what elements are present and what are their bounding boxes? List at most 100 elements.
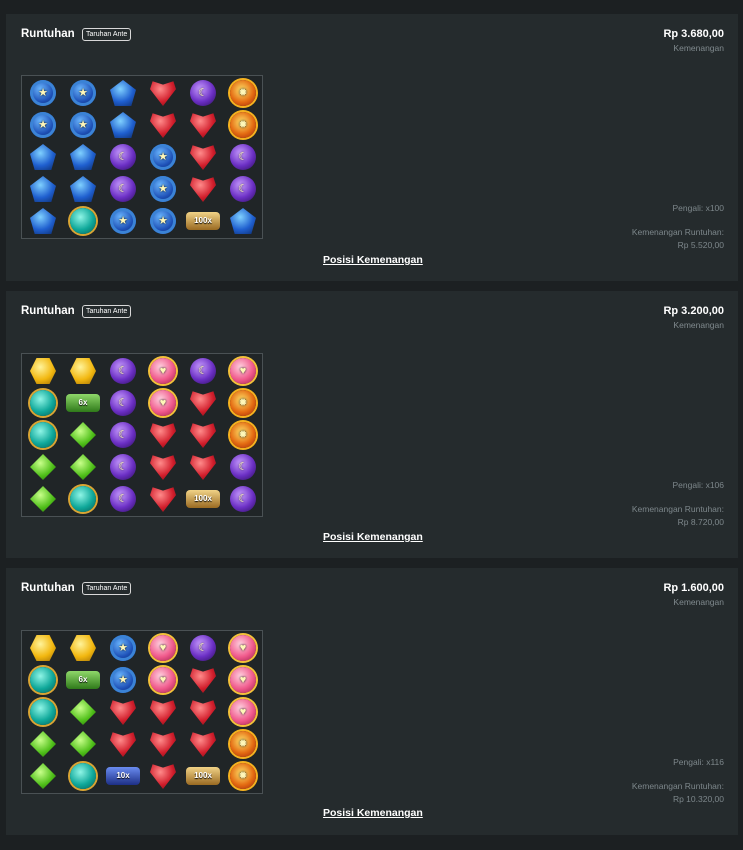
winning-positions-link[interactable]: Posisi Kemenangan — [323, 531, 423, 543]
star-gem-icon: ★ — [110, 635, 136, 661]
multiplier-symbol-icon: 6x — [66, 394, 100, 412]
purple-moon-gem-icon: ☾ — [110, 176, 136, 202]
grid-cell: ♥ — [223, 355, 263, 387]
panel-title: Runtuhan — [21, 305, 75, 317]
grid-cell — [63, 483, 103, 515]
grid-cell: ★ — [103, 664, 143, 696]
grid-cell — [23, 387, 63, 419]
purple-moon-gem-icon: ☾ — [110, 358, 136, 384]
reel-grid: ★ ★ ☾ ✹ ★ ★ ✹ ☾ ★ ☾ ☾ ★ ☾ ★ ★ 100x — [21, 75, 263, 239]
star-gem-icon: ★ — [70, 80, 96, 106]
red-heart-gem-icon — [190, 700, 216, 725]
blue-gem-icon — [30, 208, 56, 234]
green-gem-icon — [70, 699, 96, 725]
round-panel-2: Runtuhan Taruhan Ante Rp 3.200,00 Kemena… — [6, 291, 738, 558]
purple-moon-gem-icon: ☾ — [110, 144, 136, 170]
multiplier-symbol-icon: 10x — [106, 767, 140, 785]
red-heart-gem-icon — [150, 732, 176, 757]
grid-cell: ☾ — [223, 483, 263, 515]
grid-cell: ☾ — [103, 141, 143, 173]
red-heart-gem-icon — [110, 700, 136, 725]
panel-title: Runtuhan — [21, 28, 75, 40]
grid-cell — [23, 451, 63, 483]
red-heart-gem-icon — [150, 423, 176, 448]
grid-cell: ☾ — [183, 355, 223, 387]
grid-cell: ★ — [103, 205, 143, 237]
grid-cell: ★ — [63, 77, 103, 109]
winning-positions-link[interactable]: Posisi Kemenangan — [323, 807, 423, 819]
purple-moon-gem-icon: ☾ — [230, 486, 256, 512]
grid-cell — [23, 419, 63, 451]
grid-cell: ★ — [143, 205, 183, 237]
purple-moon-gem-icon: ☾ — [190, 80, 216, 106]
grid-cell: ✹ — [223, 109, 263, 141]
win-label: Kemenangan — [673, 597, 724, 607]
grid-cell — [223, 205, 263, 237]
grid-cell — [63, 419, 103, 451]
teal-gem-icon — [30, 667, 56, 693]
ante-bet-badge: Taruhan Ante — [82, 28, 132, 41]
grid-cell: ☾ — [103, 173, 143, 205]
grid-cell — [23, 728, 63, 760]
grid-cell — [103, 696, 143, 728]
blue-gem-icon — [30, 176, 56, 202]
red-heart-gem-icon — [190, 177, 216, 202]
red-heart-gem-icon — [150, 81, 176, 106]
green-gem-icon — [70, 454, 96, 480]
multiplier-symbol-icon: 100x — [186, 767, 220, 785]
cascade-win-label: Kemenangan Runtuhan: — [631, 504, 724, 514]
round-panel-3: Runtuhan Taruhan Ante Rp 1.600,00 Kemena… — [6, 568, 738, 835]
grid-cell: ★ — [63, 109, 103, 141]
grid-cell — [183, 419, 223, 451]
blue-gem-icon — [230, 208, 256, 234]
green-gem-icon — [30, 454, 56, 480]
star-gem-icon: ★ — [70, 112, 96, 138]
grid-cell: ☾ — [223, 141, 263, 173]
star-gem-icon: ★ — [30, 80, 56, 106]
grid-cell — [183, 728, 223, 760]
blue-gem-icon — [110, 112, 136, 138]
sun-gem-icon: ✹ — [230, 390, 256, 416]
grid-cell — [143, 483, 183, 515]
grid-cell — [23, 483, 63, 515]
grid-cell — [23, 355, 63, 387]
grid-cell: ♥ — [143, 387, 183, 419]
grid-cell: ✹ — [223, 77, 263, 109]
red-heart-gem-icon — [190, 145, 216, 170]
win-label: Kemenangan — [673, 320, 724, 330]
grid-cell: ✹ — [223, 760, 263, 792]
star-gem-icon: ★ — [30, 112, 56, 138]
pink-heart-gem-icon: ♥ — [230, 667, 256, 693]
multiplier-text: Pengali: x100 — [672, 203, 724, 213]
purple-moon-gem-icon: ☾ — [110, 454, 136, 480]
grid-cell — [143, 760, 183, 792]
grid-cell: ✹ — [223, 728, 263, 760]
grid-cell — [23, 696, 63, 728]
star-gem-icon: ★ — [150, 176, 176, 202]
blue-gem-icon — [30, 144, 56, 170]
grid-cell — [63, 760, 103, 792]
grid-cell — [63, 173, 103, 205]
grid-cell: ☾ — [103, 419, 143, 451]
grid-cell — [103, 109, 143, 141]
grid-cell: ♥ — [143, 355, 183, 387]
grid-cell — [103, 728, 143, 760]
pink-heart-gem-icon: ♥ — [150, 635, 176, 661]
purple-moon-gem-icon: ☾ — [110, 486, 136, 512]
yellow-gem-icon — [30, 635, 56, 661]
grid-cell — [143, 77, 183, 109]
grid-cell: 100x — [183, 205, 223, 237]
grid-cell — [143, 109, 183, 141]
grid-cell: ✹ — [223, 387, 263, 419]
blue-gem-icon — [110, 80, 136, 106]
grid-cell — [183, 664, 223, 696]
grid-cell: ☾ — [103, 483, 143, 515]
sun-gem-icon: ✹ — [230, 80, 256, 106]
grid-cell — [63, 696, 103, 728]
grid-cell — [143, 419, 183, 451]
winning-positions-link[interactable]: Posisi Kemenangan — [323, 254, 423, 266]
star-gem-icon: ★ — [150, 208, 176, 234]
red-heart-gem-icon — [150, 113, 176, 138]
purple-moon-gem-icon: ☾ — [110, 390, 136, 416]
grid-cell — [63, 728, 103, 760]
